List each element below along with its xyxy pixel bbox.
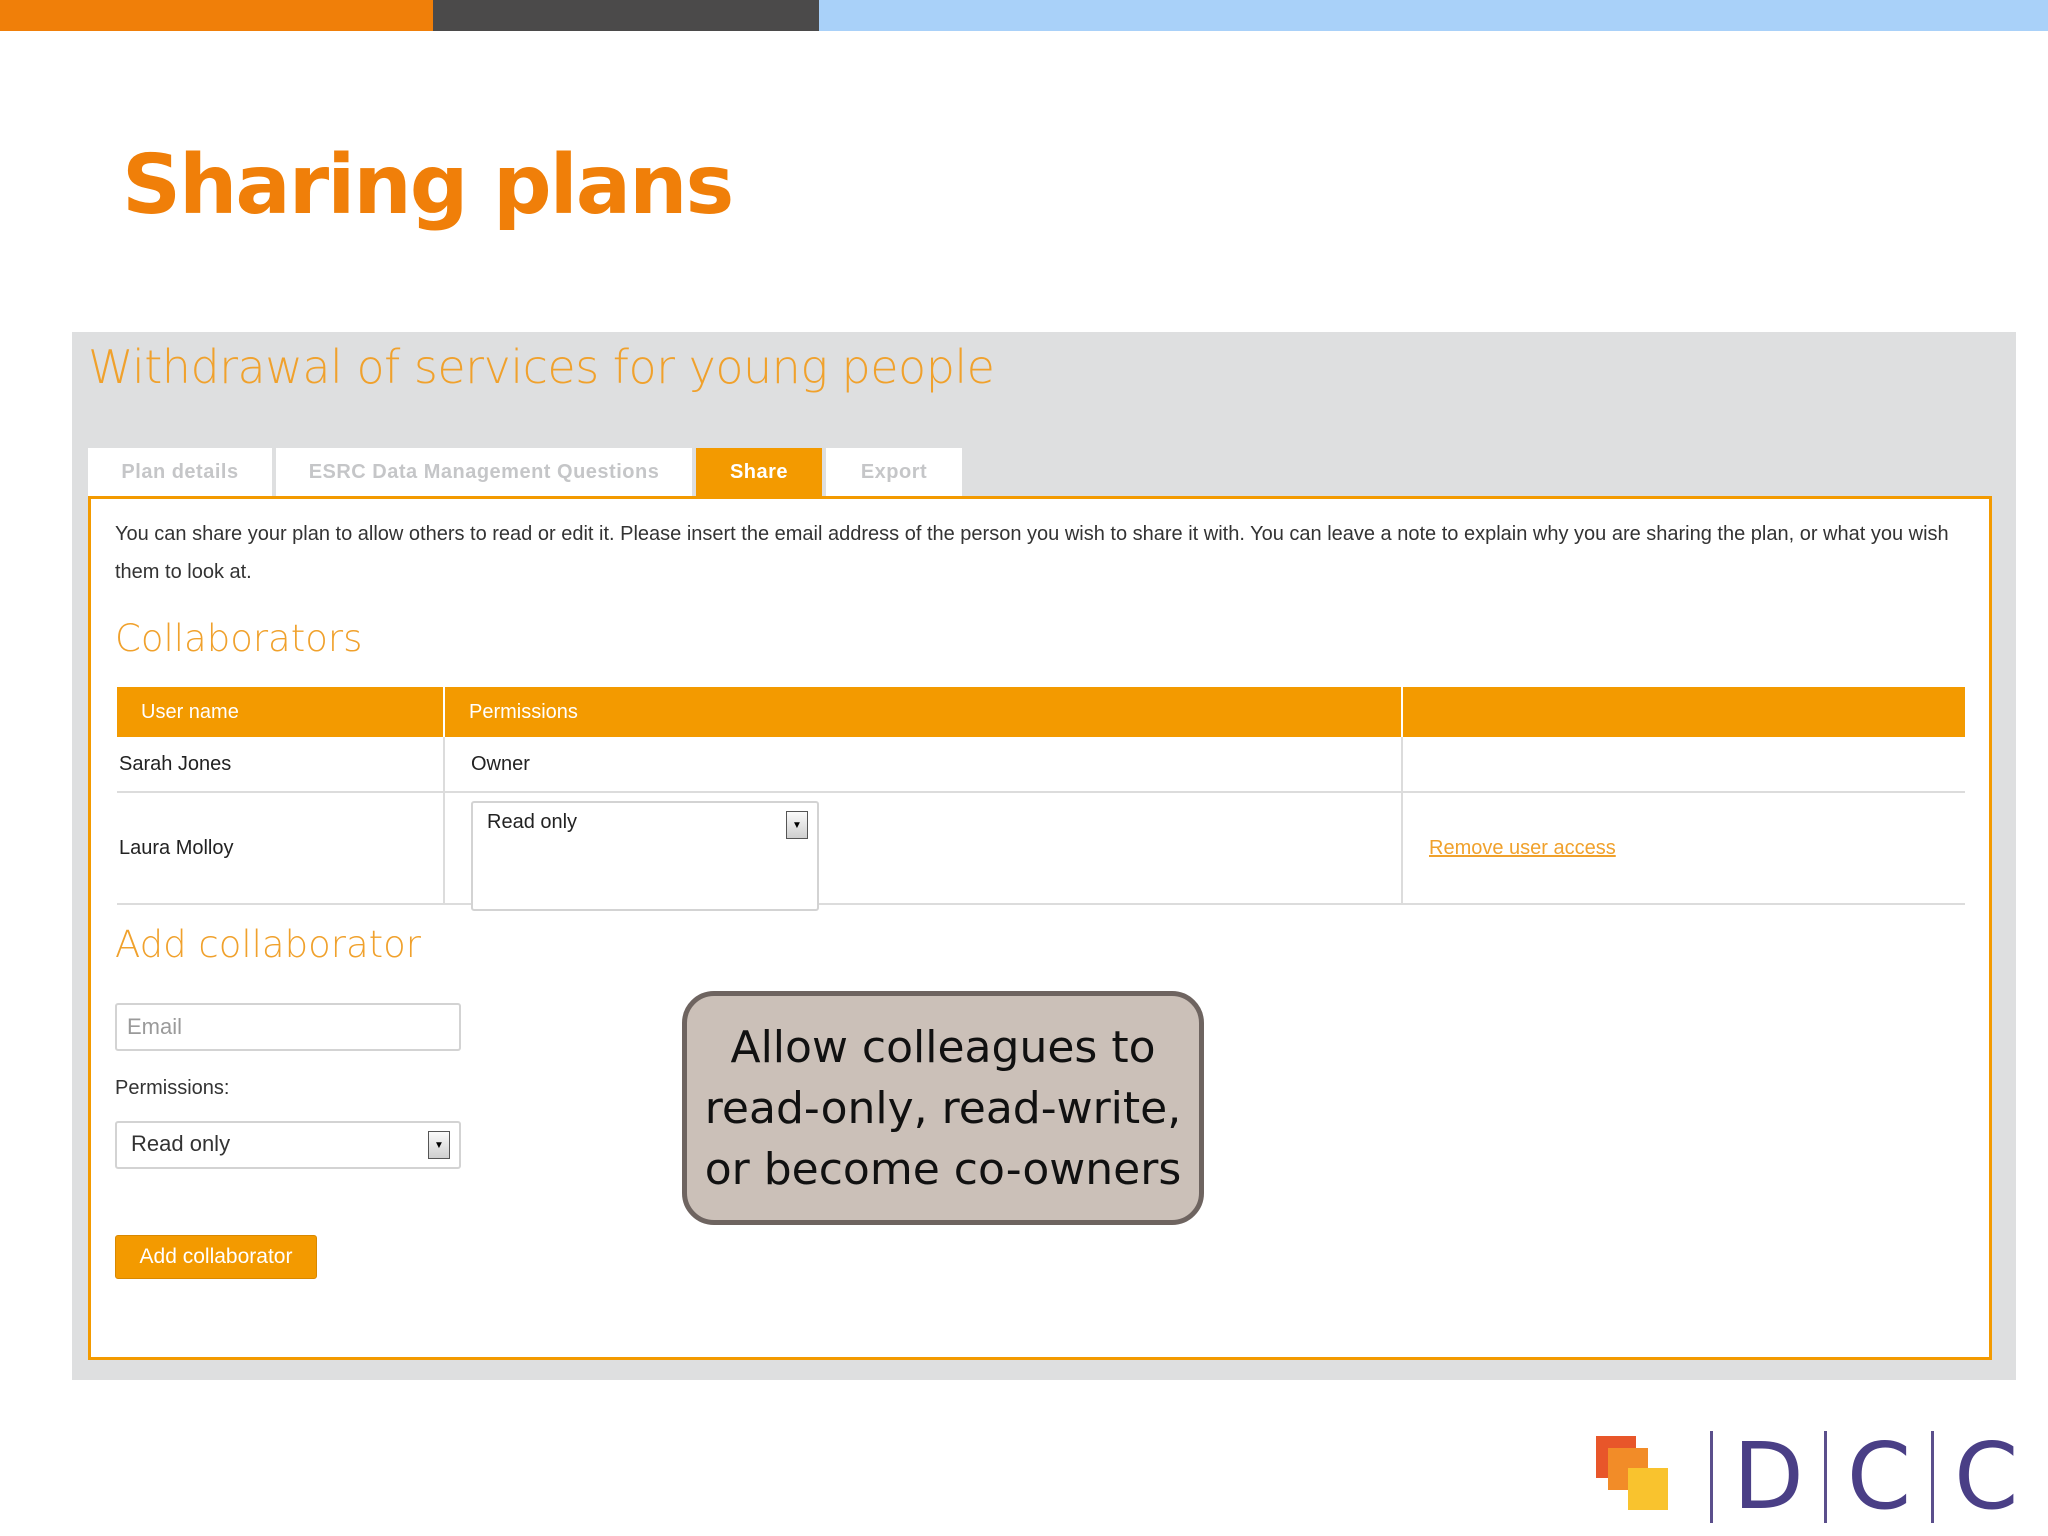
table-header-row: User name Permissions: [117, 687, 1965, 737]
cell-action: Remove user access: [1403, 793, 1965, 903]
collaborators-heading: Collaborators: [115, 617, 363, 660]
permissions-label: Permissions:: [115, 1077, 230, 1099]
chevron-down-icon[interactable]: ▼: [428, 1131, 450, 1159]
cell-user-name: Sarah Jones: [117, 737, 445, 791]
plan-tabs: Plan details ESRC Data Management Questi…: [88, 448, 966, 496]
top-color-strip: [0, 0, 2048, 31]
chevron-down-icon[interactable]: ▼: [786, 811, 808, 839]
remove-user-access-link[interactable]: Remove user access: [1429, 837, 1616, 860]
permission-select[interactable]: Read only ▼: [471, 801, 819, 911]
permission-select-value: Read only: [487, 811, 578, 833]
strip-gray: [433, 0, 819, 31]
cell-user-name: Laura Molloy: [117, 793, 445, 903]
tab-plan-details[interactable]: Plan details: [88, 448, 272, 496]
logo-letter-c1: C: [1846, 1423, 1912, 1530]
share-tab-content: You can share your plan to allow others …: [88, 496, 1992, 1360]
cell-permission: Owner: [445, 737, 1403, 791]
add-collaborator-button[interactable]: Add collaborator: [115, 1235, 317, 1279]
permission-select-value: Read only: [131, 1131, 231, 1156]
column-header-permissions: Permissions: [445, 687, 1403, 737]
stacked-squares-logo-icon: [1594, 1436, 1668, 1514]
dcc-logo: D C C: [1594, 1428, 2034, 1526]
tab-export[interactable]: Export: [826, 448, 962, 496]
tab-esrc-questions[interactable]: ESRC Data Management Questions: [276, 448, 692, 496]
email-field[interactable]: [115, 1003, 461, 1051]
collaborators-table: User name Permissions Sarah Jones Owner …: [117, 687, 1965, 911]
cell-action: [1403, 737, 1965, 791]
slide-title: Sharing plans: [122, 138, 734, 233]
logo-letter-c2: C: [1954, 1423, 2019, 1530]
tab-share[interactable]: Share: [696, 448, 822, 496]
table-row: Sarah Jones Owner: [117, 737, 1965, 793]
column-header-user-name: User name: [117, 687, 445, 737]
table-row: Laura Molloy Read only ▼ Remove user acc…: [117, 793, 1965, 911]
new-collaborator-permission-select[interactable]: Read only ▼: [115, 1121, 461, 1169]
callout-box: Allow colleagues to read-only, read-writ…: [682, 991, 1204, 1225]
column-header-actions: [1403, 687, 1965, 737]
logo-letters: D C C: [1690, 1428, 2018, 1526]
callout-text: Allow colleagues to read-only, read-writ…: [704, 1021, 1182, 1195]
add-collaborator-heading: Add collaborator: [115, 923, 421, 966]
logo-letter-d: D: [1733, 1423, 1804, 1530]
plan-title: Withdrawal of services for young people: [88, 340, 995, 394]
share-intro-text: You can share your plan to allow others …: [115, 523, 1949, 583]
cell-permission: Read only ▼: [445, 793, 1403, 911]
strip-blue: [819, 0, 2048, 31]
slide: Sharing plans Withdrawal of services for…: [0, 0, 2048, 1536]
strip-orange: [0, 0, 433, 31]
